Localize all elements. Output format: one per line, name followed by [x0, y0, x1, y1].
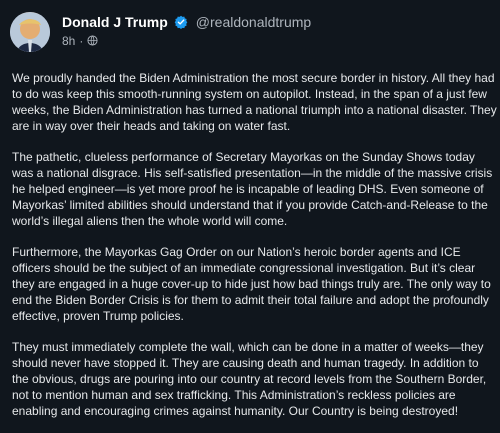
avatar[interactable] [10, 12, 50, 52]
separator-dot: · [79, 33, 84, 48]
verified-badge-icon [174, 15, 188, 30]
timestamp[interactable]: 8h [62, 34, 75, 48]
author-handle[interactable]: @realdonaldtrump [196, 14, 311, 31]
author-row: Donald J Trump @realdonaldtrump [62, 14, 311, 31]
timestamp-row: 8h · [62, 34, 311, 48]
post-body: We proudly handed the Biden Administrati… [12, 70, 498, 419]
post-header: Donald J Trump @realdonaldtrump 8h · [10, 12, 488, 64]
author-meta: Donald J Trump @realdonaldtrump 8h · [62, 14, 311, 48]
post-paragraph-4: They must immediately complete the wall,… [12, 340, 487, 418]
post-paragraph-3: Furthermore, the Mayorkas Gag Order on o… [12, 245, 491, 323]
post-paragraph-2: The pathetic, clueless performance of Se… [12, 150, 493, 228]
author-name[interactable]: Donald J Trump [62, 14, 168, 31]
globe-icon [87, 35, 98, 47]
post-paragraph-1: We proudly handed the Biden Administrati… [12, 71, 497, 133]
post-card: Donald J Trump @realdonaldtrump 8h · We … [0, 0, 500, 433]
avatar-image [10, 12, 50, 52]
